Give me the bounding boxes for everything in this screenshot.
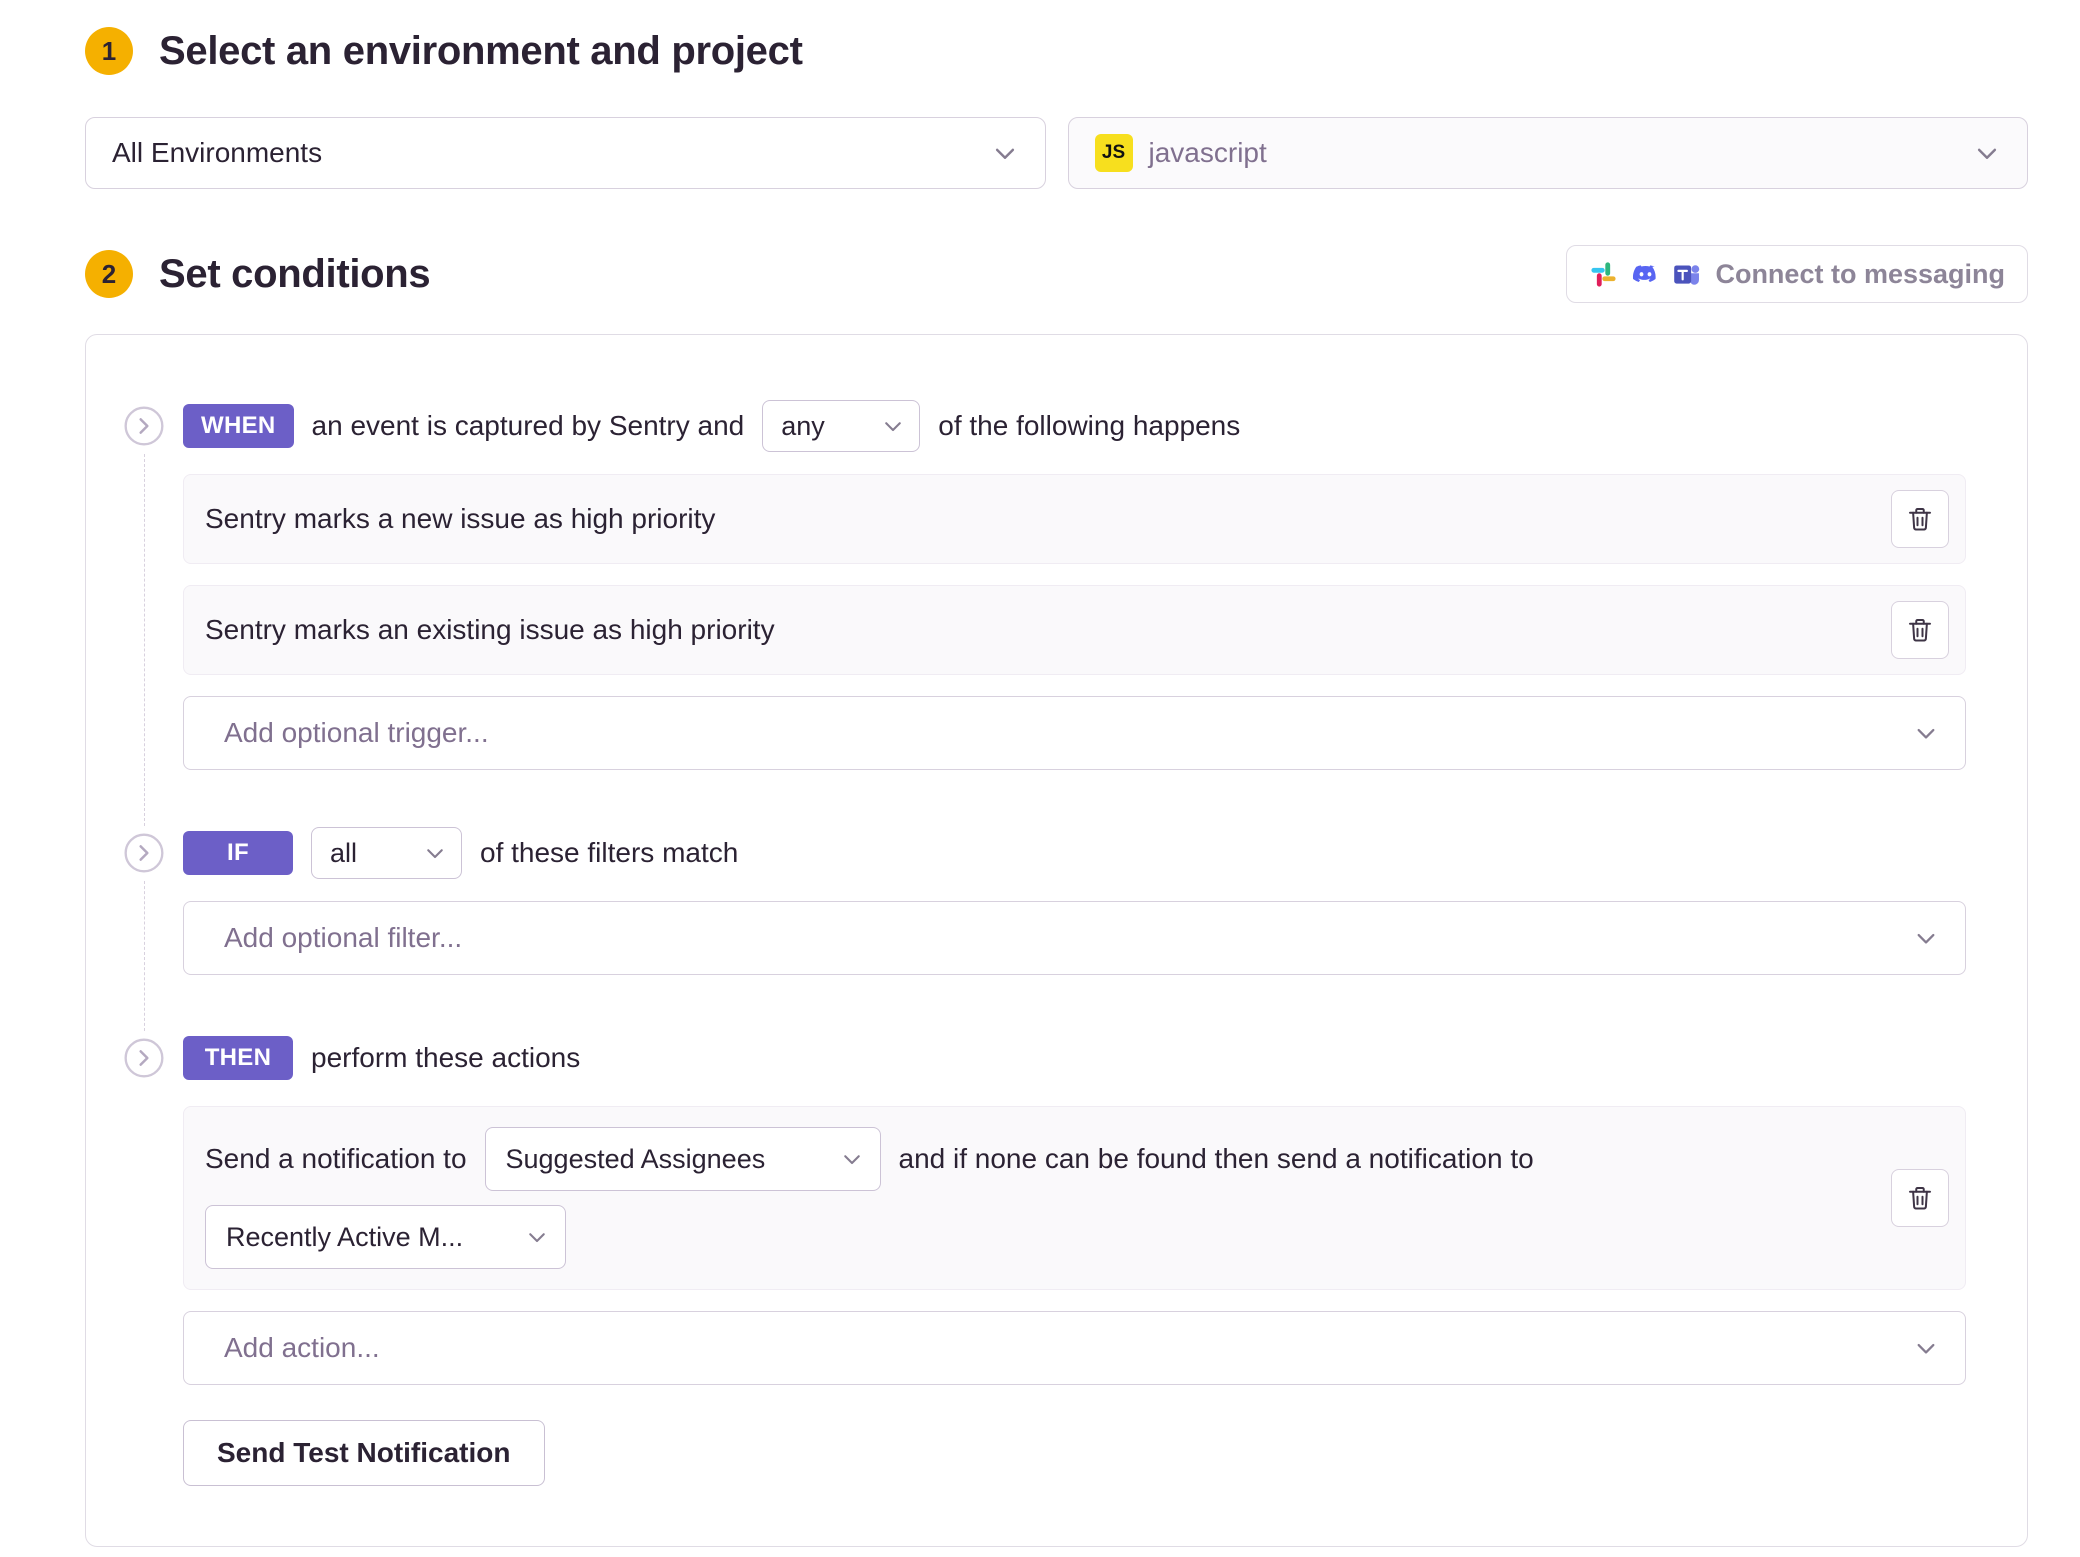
delete-trigger-button[interactable] xyxy=(1891,490,1949,548)
trigger-condition-text: Sentry marks an existing issue as high p… xyxy=(205,614,775,646)
when-match-value: any xyxy=(781,411,825,442)
conditions-panel: WHEN an event is captured by Sentry and … xyxy=(85,334,2028,1547)
trigger-condition-row: Sentry marks an existing issue as high p… xyxy=(183,585,1966,675)
step-2-number-badge: 2 xyxy=(85,250,133,298)
if-match-value: all xyxy=(330,838,357,869)
step-connector-line xyxy=(144,454,145,826)
step-2-header: 2 Set conditions xyxy=(85,245,2028,303)
chevron-down-icon xyxy=(1973,139,2001,167)
add-action-select[interactable]: Add action... xyxy=(183,1311,1966,1385)
notification-fallback-select[interactable]: Recently Active M... xyxy=(205,1205,566,1269)
if-match-select[interactable]: all xyxy=(311,827,462,879)
add-optional-filter-select[interactable]: Add optional filter... xyxy=(183,901,1966,975)
if-heading: IF all of these filters match xyxy=(183,826,1966,880)
if-gutter xyxy=(86,826,183,1031)
notification-target-value: Suggested Assignees xyxy=(506,1144,766,1175)
chevron-down-icon xyxy=(423,841,447,865)
javascript-platform-icon: JS xyxy=(1095,134,1133,172)
when-text-after: of the following happens xyxy=(938,410,1240,442)
when-text-before: an event is captured by Sentry and xyxy=(312,410,745,442)
project-select-value: javascript xyxy=(1149,137,1958,169)
then-text-after: perform these actions xyxy=(311,1042,580,1074)
notification-target-select[interactable]: Suggested Assignees xyxy=(485,1127,881,1191)
delete-trigger-button[interactable] xyxy=(1891,601,1949,659)
delete-action-button[interactable] xyxy=(1891,1169,1949,1227)
if-step: IF all of these filters match Add option… xyxy=(86,826,1966,1031)
trash-icon xyxy=(1905,1183,1935,1213)
when-collapse-chevron-icon[interactable] xyxy=(124,406,164,446)
notification-action-row: Send a notification to Suggested Assigne… xyxy=(183,1106,1966,1290)
action-line-1: Send a notification to Suggested Assigne… xyxy=(205,1127,1891,1191)
notification-action-content: Send a notification to Suggested Assigne… xyxy=(205,1127,1891,1269)
add-optional-trigger-select[interactable]: Add optional trigger... xyxy=(183,696,1966,770)
send-test-notification-button[interactable]: Send Test Notification xyxy=(183,1420,545,1486)
add-optional-filter-placeholder: Add optional filter... xyxy=(224,922,462,954)
action-fallback-text: and if none can be found then send a not… xyxy=(899,1143,1534,1175)
if-text-after: of these filters match xyxy=(480,837,738,869)
environment-select-value: All Environments xyxy=(112,137,975,169)
add-optional-trigger-placeholder: Add optional trigger... xyxy=(224,717,489,749)
step-1-title: Select an environment and project xyxy=(159,29,803,74)
trigger-condition-row: Sentry marks a new issue as high priorit… xyxy=(183,474,1966,564)
notification-fallback-value: Recently Active M... xyxy=(226,1222,463,1253)
then-heading: THEN perform these actions xyxy=(183,1031,1966,1085)
when-badge: WHEN xyxy=(183,404,294,448)
project-select[interactable]: JS javascript xyxy=(1068,117,2029,189)
trigger-condition-text: Sentry marks a new issue as high priorit… xyxy=(205,503,715,535)
chevron-down-icon xyxy=(881,414,905,438)
when-match-select[interactable]: any xyxy=(762,400,920,452)
step-2-title: Set conditions xyxy=(159,252,430,297)
chevron-down-icon xyxy=(840,1147,864,1171)
chevron-down-icon xyxy=(1913,925,1939,951)
environment-select[interactable]: All Environments xyxy=(85,117,1046,189)
discord-icon xyxy=(1631,260,1660,289)
teams-icon xyxy=(1673,260,1702,289)
then-gutter xyxy=(86,1031,183,1486)
action-text-before: Send a notification to xyxy=(205,1143,467,1175)
chevron-down-icon xyxy=(525,1225,549,1249)
chevron-down-icon xyxy=(991,139,1019,167)
trash-icon xyxy=(1905,615,1935,645)
then-step: THEN perform these actions Send a notifi… xyxy=(86,1031,1966,1486)
then-collapse-chevron-icon[interactable] xyxy=(124,1038,164,1078)
if-collapse-chevron-icon[interactable] xyxy=(124,833,164,873)
slack-icon xyxy=(1589,260,1618,289)
when-gutter xyxy=(86,399,183,826)
step-connector-line xyxy=(144,881,145,1031)
chevron-down-icon xyxy=(1913,1335,1939,1361)
when-heading: WHEN an event is captured by Sentry and … xyxy=(183,399,1966,453)
connect-to-messaging-button[interactable]: Connect to messaging xyxy=(1566,245,2028,303)
step-1-header: 1 Select an environment and project xyxy=(85,27,2028,75)
connect-to-messaging-label: Connect to messaging xyxy=(1715,259,2005,290)
environment-project-row: All Environments JS javascript xyxy=(85,117,2028,189)
alert-rule-builder: 1 Select an environment and project All … xyxy=(0,0,2080,1557)
action-line-2: Recently Active M... xyxy=(205,1205,1891,1269)
trash-icon xyxy=(1905,504,1935,534)
then-badge: THEN xyxy=(183,1036,293,1080)
if-badge: IF xyxy=(183,831,293,875)
chevron-down-icon xyxy=(1913,720,1939,746)
when-step: WHEN an event is captured by Sentry and … xyxy=(86,399,1966,826)
step-1-number-badge: 1 xyxy=(85,27,133,75)
add-action-placeholder: Add action... xyxy=(224,1332,380,1364)
